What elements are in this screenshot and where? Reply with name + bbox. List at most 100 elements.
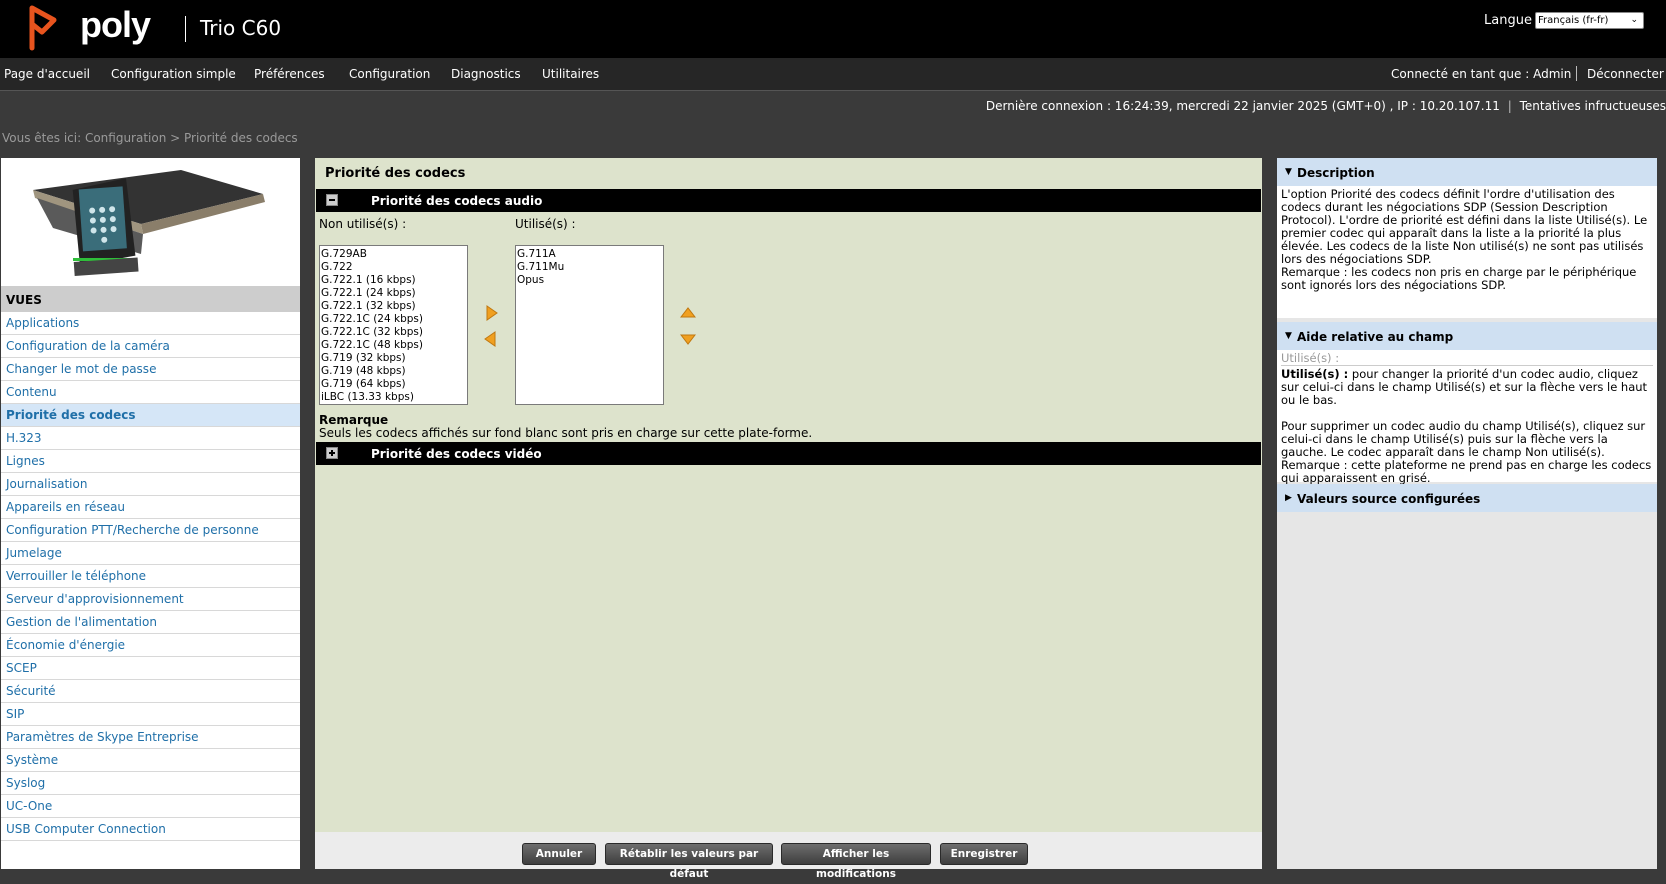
- used-codec-option[interactable]: G.711A: [517, 248, 662, 261]
- unused-codec-option[interactable]: G.722.1 (32 kbps): [321, 300, 466, 313]
- field-help-header[interactable]: ▼ Aide relative au champ: [1277, 322, 1657, 350]
- nav-simple-setup[interactable]: Configuration simple: [111, 67, 236, 81]
- used-codecs-listbox[interactable]: G.711A G.711Mu Opus: [515, 245, 664, 405]
- help-note: Remarque : cette plateforme ne prend pas…: [1281, 458, 1652, 485]
- info-divider: |: [1507, 99, 1512, 113]
- description-header[interactable]: ▼ Description: [1277, 158, 1657, 186]
- sidebar-item[interactable]: SCEP: [1, 657, 300, 680]
- description-title: Description: [1297, 166, 1375, 180]
- sidebar-item[interactable]: Contenu: [1, 381, 300, 404]
- audio-codec-section-header[interactable]: Priorité des codecs audio: [316, 189, 1261, 212]
- video-section-title: Priorité des codecs vidéo: [371, 447, 542, 461]
- sidebar-item[interactable]: Configuration de la caméra: [1, 335, 300, 358]
- nav-preferences[interactable]: Préférences: [254, 67, 325, 81]
- audio-section-title: Priorité des codecs audio: [371, 194, 543, 208]
- unused-codec-option[interactable]: G.719 (48 kbps): [321, 365, 466, 378]
- sidebar-menu: Applications Configuration de la caméra Ch…: [1, 312, 300, 841]
- nav-home[interactable]: Page d'accueil: [4, 67, 90, 81]
- triangle-down-icon: ▼: [1285, 331, 1292, 341]
- unused-codec-option[interactable]: G.722.1 (24 kbps): [321, 287, 466, 300]
- sidebar-item[interactable]: Appareils en réseau: [1, 496, 300, 519]
- unused-codec-option[interactable]: G.722.1C (48 kbps): [321, 339, 466, 352]
- sidebar-item[interactable]: Changer le mot de passe: [1, 358, 300, 381]
- triangle-down-icon: ▼: [1285, 167, 1292, 177]
- sidebar-item[interactable]: UC-One: [1, 795, 300, 818]
- action-footer: Annuler Rétablir les valeurs par défaut …: [315, 832, 1262, 880]
- field-help-body: Utilisé(s) : Utilisé(s) : pour changer l…: [1277, 350, 1657, 485]
- language-select[interactable]: Français (fr-fr) ⌄: [1535, 12, 1644, 29]
- sidebar-item[interactable]: Priorité des codecs: [1, 404, 300, 427]
- logged-in-user: Connecté en tant que : Admin: [1391, 67, 1572, 81]
- sidebar-item[interactable]: USB Computer Connection: [1, 818, 300, 841]
- sidebar-item[interactable]: Économie d'énergie: [1, 634, 300, 657]
- top-header: poly Trio C60 Langue Français (fr-fr) ⌄: [0, 0, 1666, 58]
- sidebar-item[interactable]: Paramètres de Skype Entreprise: [1, 726, 300, 749]
- help-used-bold: Utilisé(s) :: [1281, 367, 1349, 381]
- video-codec-section-header[interactable]: Priorité des codecs vidéo: [316, 442, 1261, 465]
- page-title: Priorité des codecs: [325, 166, 466, 181]
- move-down-arrow-icon[interactable]: [680, 331, 696, 347]
- unused-codecs-listbox[interactable]: G.729AB G.722 G.722.1 (16 kbps) G.722.1 (24…: [319, 245, 468, 405]
- unused-codec-option[interactable]: G.722.1C (32 kbps): [321, 326, 466, 339]
- sidebar-item[interactable]: Jumelage: [1, 542, 300, 565]
- expand-icon[interactable]: [326, 447, 338, 459]
- sidebar-item[interactable]: Gestion de l'alimentation: [1, 611, 300, 634]
- nav-divider: [1576, 66, 1577, 81]
- failed-attempts-link[interactable]: Tentatives infructueuses: [1520, 99, 1666, 113]
- move-up-arrow-icon[interactable]: [680, 305, 696, 321]
- nav-utilities[interactable]: Utilitaires: [542, 67, 599, 81]
- sidebar-item[interactable]: SIP: [1, 703, 300, 726]
- description-body: L'option Priorité des codecs définit l'o…: [1277, 186, 1657, 318]
- unused-codec-option[interactable]: G.722: [321, 261, 466, 274]
- unused-codec-option[interactable]: G.719 (32 kbps): [321, 352, 466, 365]
- cancel-button[interactable]: Annuler: [522, 843, 596, 865]
- device-image: [1, 158, 300, 286]
- save-button[interactable]: Enregistrer: [940, 843, 1028, 865]
- nav-settings[interactable]: Configuration: [349, 67, 430, 81]
- sidebar-item[interactable]: Configuration PTT/Recherche de personne: [1, 519, 300, 542]
- source-values-title: Valeurs source configurées: [1297, 492, 1481, 506]
- field-help-title: Aide relative au champ: [1297, 330, 1454, 344]
- session-info-bar: Dernière connexion : 16:24:39, mercredi …: [0, 90, 1666, 120]
- unused-codec-option[interactable]: G.719 (64 kbps): [321, 378, 466, 391]
- unused-codecs-label: Non utilisé(s) :: [319, 217, 407, 231]
- used-codec-option[interactable]: G.711Mu: [517, 261, 662, 274]
- remark-title: Remarque: [319, 413, 389, 427]
- language-value: Français (fr-fr): [1538, 15, 1609, 26]
- unused-codec-option[interactable]: G.722.1C (24 kbps): [321, 313, 466, 326]
- left-sidebar: VUES Applications Configuration de la cam…: [1, 158, 300, 869]
- sidebar-item[interactable]: Applications: [1, 312, 300, 335]
- unused-codec-option[interactable]: G.729AB: [321, 248, 466, 261]
- help-field-name: Utilisé(s) :: [1281, 351, 1340, 365]
- views-heading: VUES: [1, 286, 300, 312]
- help-panel: ▼ Description L'option Priorité des code…: [1277, 158, 1657, 869]
- sidebar-item[interactable]: Serveur d'approvisionnement: [1, 588, 300, 611]
- move-left-arrow-icon[interactable]: [483, 331, 499, 347]
- logout-link[interactable]: Déconnecter: [1587, 67, 1664, 81]
- title-divider: [185, 16, 186, 42]
- chevron-down-icon: ⌄: [1630, 15, 1638, 25]
- used-codec-option[interactable]: Opus: [517, 274, 662, 287]
- sidebar-item[interactable]: Sécurité: [1, 680, 300, 703]
- help-remove-text: Pour supprimer un codec audio du champ U…: [1281, 419, 1646, 459]
- sidebar-item[interactable]: Verrouiller le téléphone: [1, 565, 300, 588]
- unused-codec-option[interactable]: iLBC (13.33 kbps): [321, 391, 466, 404]
- nav-diagnostics[interactable]: Diagnostics: [451, 67, 521, 81]
- sidebar-item[interactable]: Système: [1, 749, 300, 772]
- reset-defaults-button[interactable]: Rétablir les valeurs par défaut: [605, 843, 773, 880]
- unused-codec-option[interactable]: G.722.1 (16 kbps): [321, 274, 466, 287]
- sidebar-item[interactable]: Lignes: [1, 450, 300, 473]
- used-codecs-label: Utilisé(s) :: [515, 217, 576, 231]
- move-right-arrow-icon[interactable]: [483, 305, 499, 321]
- help-used-paragraph: Utilisé(s) : pour changer la priorité d'…: [1281, 365, 1653, 407]
- source-values-header[interactable]: ▶ Valeurs source configurées: [1277, 484, 1657, 512]
- product-title: Trio C60: [200, 16, 282, 40]
- collapse-icon[interactable]: [326, 194, 338, 206]
- triangle-right-icon: ▶: [1285, 493, 1292, 503]
- main-panel: Priorité des codecs Priorité des codecs …: [315, 158, 1262, 880]
- description-note: Remarque : les codecs non pris en charge…: [1281, 265, 1637, 292]
- sidebar-item[interactable]: Journalisation: [1, 473, 300, 496]
- show-changes-button[interactable]: Afficher les modifications: [781, 843, 931, 880]
- sidebar-item[interactable]: H.323: [1, 427, 300, 450]
- sidebar-item[interactable]: Syslog: [1, 772, 300, 795]
